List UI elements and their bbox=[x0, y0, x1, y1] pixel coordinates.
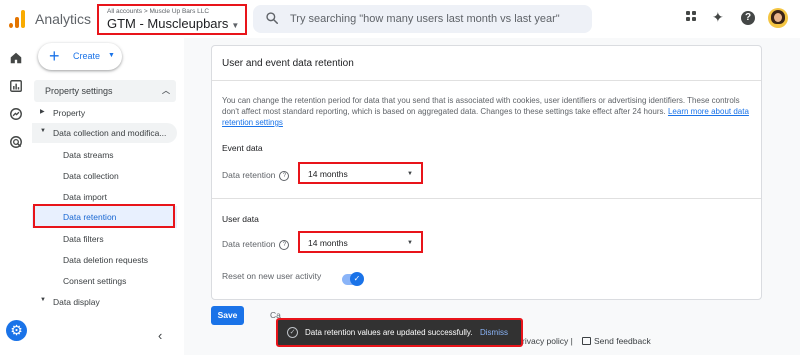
nav-item-data-collection[interactable]: ▼ Data collection and modifica... bbox=[32, 123, 177, 143]
feedback-icon bbox=[582, 337, 591, 345]
save-button[interactable]: Save bbox=[211, 306, 244, 325]
property-name[interactable]: GTM - Muscleupbars ▼ bbox=[107, 16, 239, 31]
help-icon[interactable]: ? bbox=[741, 11, 755, 25]
nav-item-data-display[interactable]: ▼ Data display bbox=[32, 292, 177, 312]
user-retention-select[interactable]: 14 months ▼ bbox=[298, 231, 423, 253]
divider bbox=[212, 80, 761, 81]
caret-down-icon: ▼ bbox=[231, 21, 240, 30]
help-circle-icon[interactable]: ? bbox=[279, 239, 290, 250]
advertising-icon[interactable] bbox=[9, 135, 23, 149]
dismiss-button[interactable]: Dismiss bbox=[480, 328, 508, 337]
collapse-nav-chevron-icon[interactable]: ‹ bbox=[158, 328, 162, 343]
dropdown-arrow-icon: ▼ bbox=[407, 240, 413, 246]
reset-toggle[interactable]: ✓ bbox=[342, 272, 364, 286]
sparkle-icon[interactable]: ✦ bbox=[712, 9, 724, 26]
expand-down-icon: ▼ bbox=[40, 128, 46, 134]
event-retention-label: Data retention? bbox=[222, 170, 290, 181]
nav-item-data-filters[interactable]: Data filters bbox=[32, 229, 177, 249]
nav-item-data-streams[interactable]: Data streams bbox=[32, 145, 177, 165]
top-bar: Analytics All accounts > Muscle Up Bars … bbox=[0, 0, 800, 38]
search-input[interactable]: Try searching "how many users last month… bbox=[290, 13, 560, 25]
highlight-box-data-retention bbox=[33, 204, 175, 228]
checkmark-icon: ✓ bbox=[350, 272, 364, 286]
collapse-up-icon: ︿ bbox=[162, 86, 170, 95]
event-retention-select[interactable]: 14 months ▼ bbox=[298, 162, 423, 184]
card-description: You can change the retention period for … bbox=[222, 96, 749, 127]
reports-icon[interactable] bbox=[9, 79, 23, 93]
nav-item-property[interactable]: ▶ Property bbox=[32, 103, 177, 123]
analytics-logo-icon[interactable] bbox=[9, 10, 25, 28]
check-circle-icon: ✓ bbox=[287, 327, 298, 338]
expand-down-icon: ▼ bbox=[40, 297, 46, 303]
privacy-policy-link[interactable]: rivacy policy | bbox=[522, 336, 573, 346]
account-breadcrumb[interactable]: All accounts > Muscle Up Bars LLC bbox=[107, 8, 209, 15]
home-icon[interactable] bbox=[9, 51, 23, 65]
send-feedback-link[interactable]: Send feedback bbox=[582, 336, 651, 346]
nav-item-consent-settings[interactable]: Consent settings bbox=[32, 271, 177, 291]
account-property-picker[interactable]: All accounts > Muscle Up Bars LLC GTM - … bbox=[97, 4, 247, 35]
user-data-title: User data bbox=[222, 214, 259, 224]
card-title: User and event data retention bbox=[222, 58, 354, 69]
reset-label: Reset on new user activity bbox=[222, 271, 322, 281]
event-data-title: Event data bbox=[222, 143, 263, 153]
dropdown-arrow-icon: ▼ bbox=[108, 52, 115, 59]
plus-icon: + bbox=[49, 46, 60, 66]
success-snackbar: ✓ Data retention values are updated succ… bbox=[276, 318, 523, 347]
nav-item-data-deletion-requests[interactable]: Data deletion requests bbox=[32, 250, 177, 270]
admin-nav-panel: + Create ▼ Property settings ︿ ▶ Propert… bbox=[32, 38, 184, 355]
main-content: User and event data retention You can ch… bbox=[184, 38, 800, 355]
help-circle-icon[interactable]: ? bbox=[279, 170, 290, 181]
nav-item-data-collection-sub[interactable]: Data collection bbox=[32, 166, 177, 186]
expand-right-icon: ▶ bbox=[40, 109, 45, 115]
admin-gear-icon[interactable]: ⚙ bbox=[6, 320, 27, 341]
left-rail: ⚙ bbox=[0, 38, 32, 355]
apps-grid-icon[interactable] bbox=[686, 11, 700, 25]
avatar[interactable] bbox=[768, 8, 788, 28]
data-retention-card: User and event data retention You can ch… bbox=[211, 45, 762, 300]
property-settings-header[interactable]: Property settings ︿ bbox=[34, 80, 176, 102]
snackbar-message: Data retention values are updated succes… bbox=[305, 328, 473, 337]
create-button[interactable]: + Create ▼ bbox=[38, 43, 122, 70]
user-retention-label: Data retention? bbox=[222, 239, 290, 250]
dropdown-arrow-icon: ▼ bbox=[407, 171, 413, 177]
explore-icon[interactable] bbox=[9, 107, 23, 121]
divider bbox=[212, 198, 761, 199]
search-bar[interactable]: Try searching "how many users last month… bbox=[253, 5, 592, 33]
app-title: Analytics bbox=[35, 11, 92, 27]
search-icon bbox=[266, 12, 279, 25]
